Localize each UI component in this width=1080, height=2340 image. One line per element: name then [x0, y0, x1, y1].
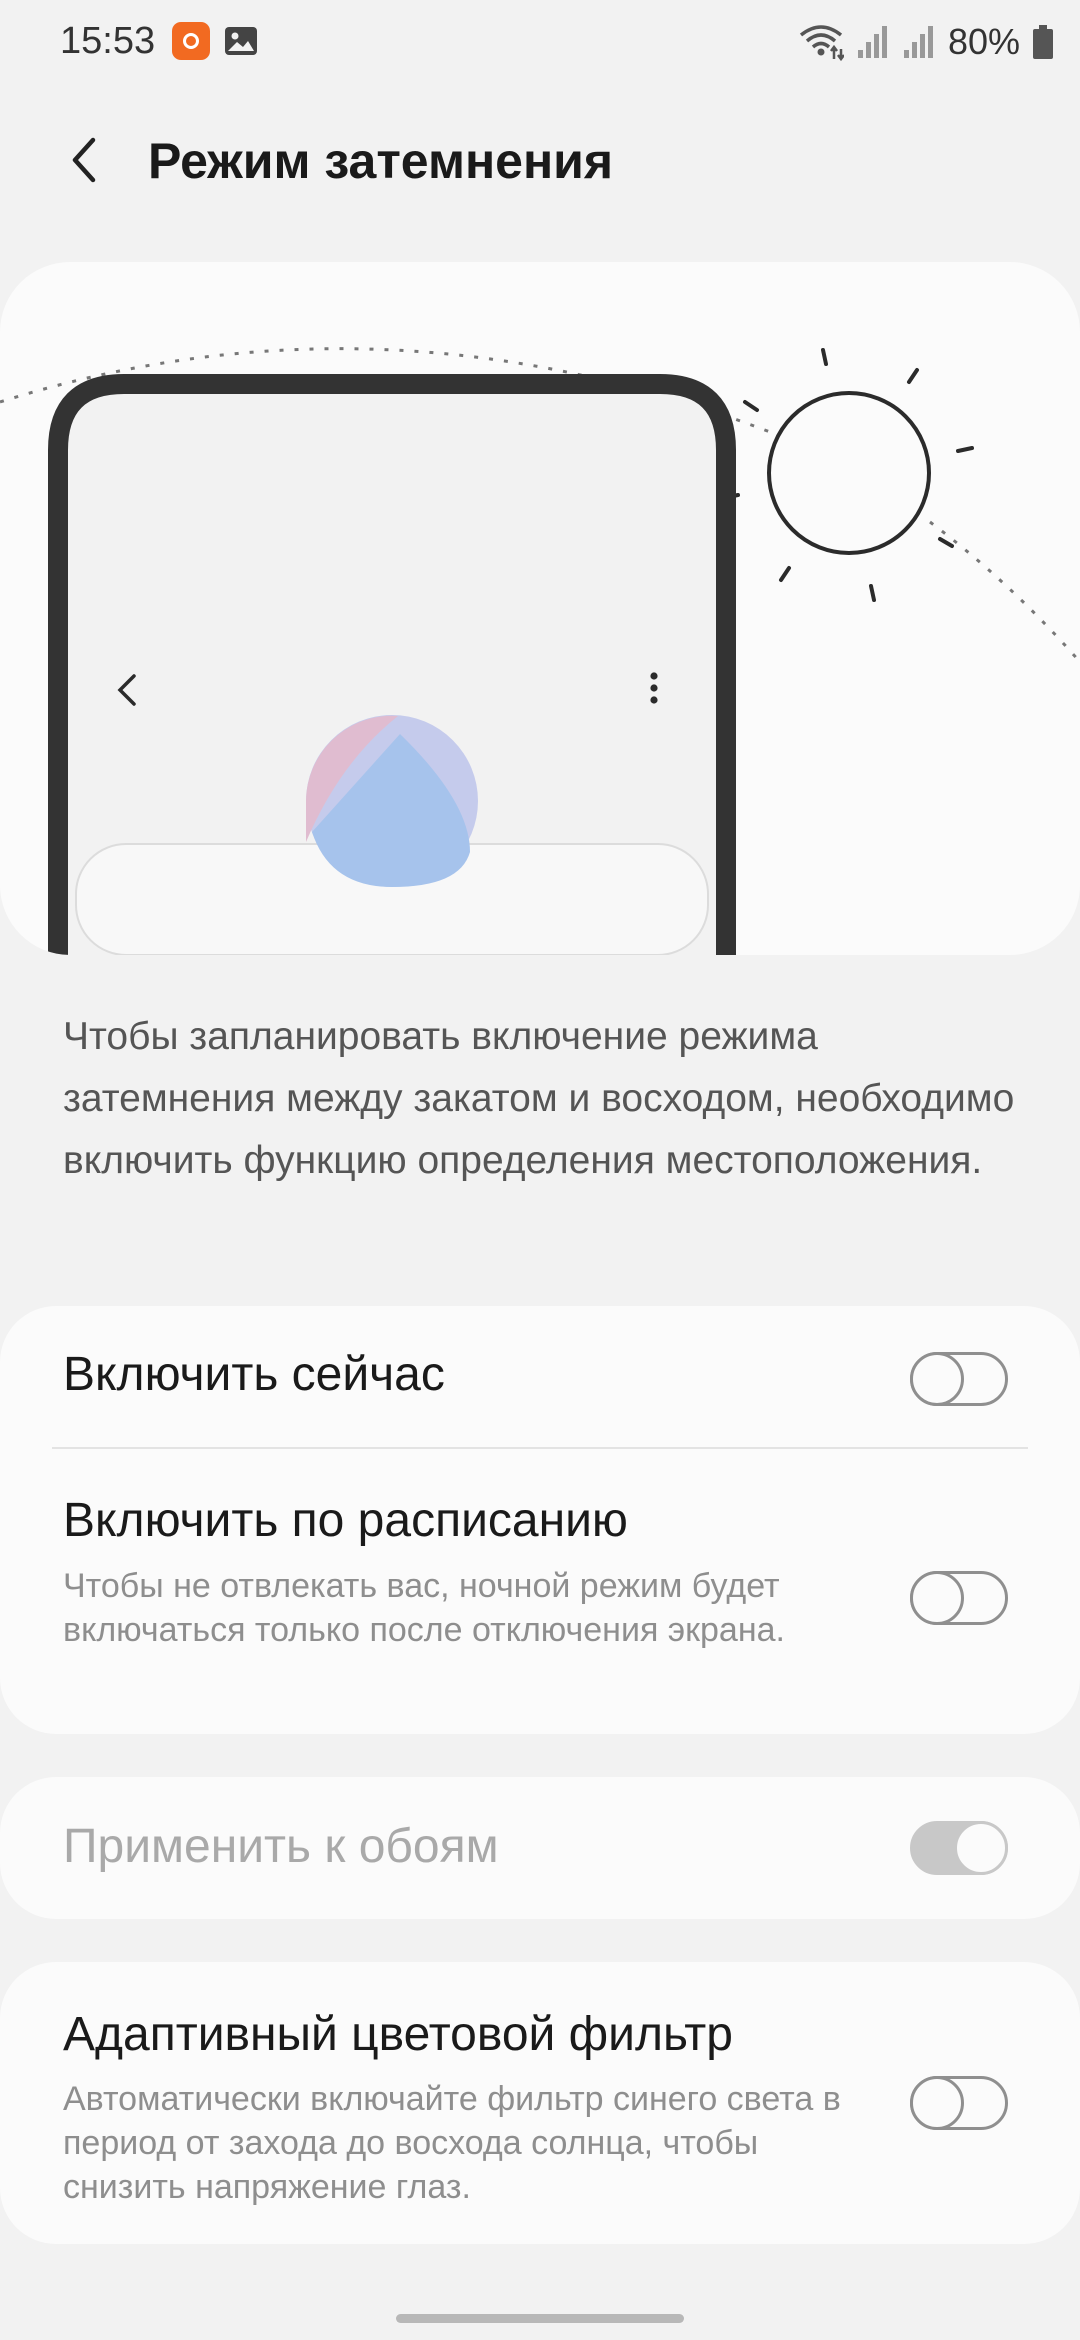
- toggle-knob: [910, 1352, 964, 1406]
- settings-card-wallpaper: Применить к обоям: [0, 1777, 1080, 1919]
- enable-now-toggle[interactable]: [910, 1352, 1008, 1406]
- settings-card-adaptive-filter: Адаптивный цветовой фильтр Автоматически…: [0, 1962, 1080, 2244]
- wifi-icon: [799, 25, 844, 62]
- battery-icon: [1033, 25, 1053, 59]
- toggle-knob: [954, 1821, 1008, 1875]
- enable-now-label: Включить сейчас: [63, 1348, 445, 1401]
- toggle-knob: [910, 2076, 964, 2130]
- wallpaper-label: Применить к обоям: [63, 1820, 499, 1873]
- header: Режим затемнения: [0, 110, 1080, 210]
- back-arrow-icon: [72, 137, 96, 183]
- divider: [52, 1447, 1028, 1449]
- dark-mode-illustration: [0, 347, 1080, 955]
- adaptive-filter-toggle[interactable]: [910, 2076, 1008, 2130]
- adaptive-filter-description: Автоматически включайте фильтр синего св…: [63, 2080, 841, 2206]
- illustration-card: [0, 262, 1080, 955]
- schedule-toggle[interactable]: [910, 1571, 1008, 1625]
- schedule-description: Чтобы не отвлекать вас, ночной режим буд…: [63, 1567, 785, 1649]
- adaptive-filter-label: Адаптивный цветовой фильтр: [63, 2008, 733, 2061]
- toggle-knob: [910, 1571, 964, 1625]
- navigation-handle[interactable]: [396, 2314, 684, 2323]
- page-title: Режим затемнения: [148, 133, 614, 189]
- gallery-icon: [225, 27, 257, 55]
- status-icons: 80%: [798, 18, 1054, 66]
- sun-icon: [722, 348, 974, 602]
- wallpaper-toggle[interactable]: [910, 1821, 1008, 1875]
- location-description: Чтобы запланировать включение режима зат…: [63, 1015, 1015, 1182]
- app-notification-icon: [172, 22, 210, 60]
- phone-illustration: [48, 374, 736, 955]
- signal-icon: [903, 26, 933, 58]
- status-bar: 15:53 80%: [0, 0, 1080, 84]
- schedule-label: Включить по расписанию: [63, 1494, 628, 1547]
- signal-icon: [857, 26, 887, 58]
- back-button[interactable]: [50, 126, 118, 194]
- settings-card-schedule: Включить сейчас Включить по расписанию Ч…: [0, 1306, 1080, 1734]
- status-time: 15:53: [60, 20, 156, 62]
- battery-percent: 80%: [947, 21, 1020, 62]
